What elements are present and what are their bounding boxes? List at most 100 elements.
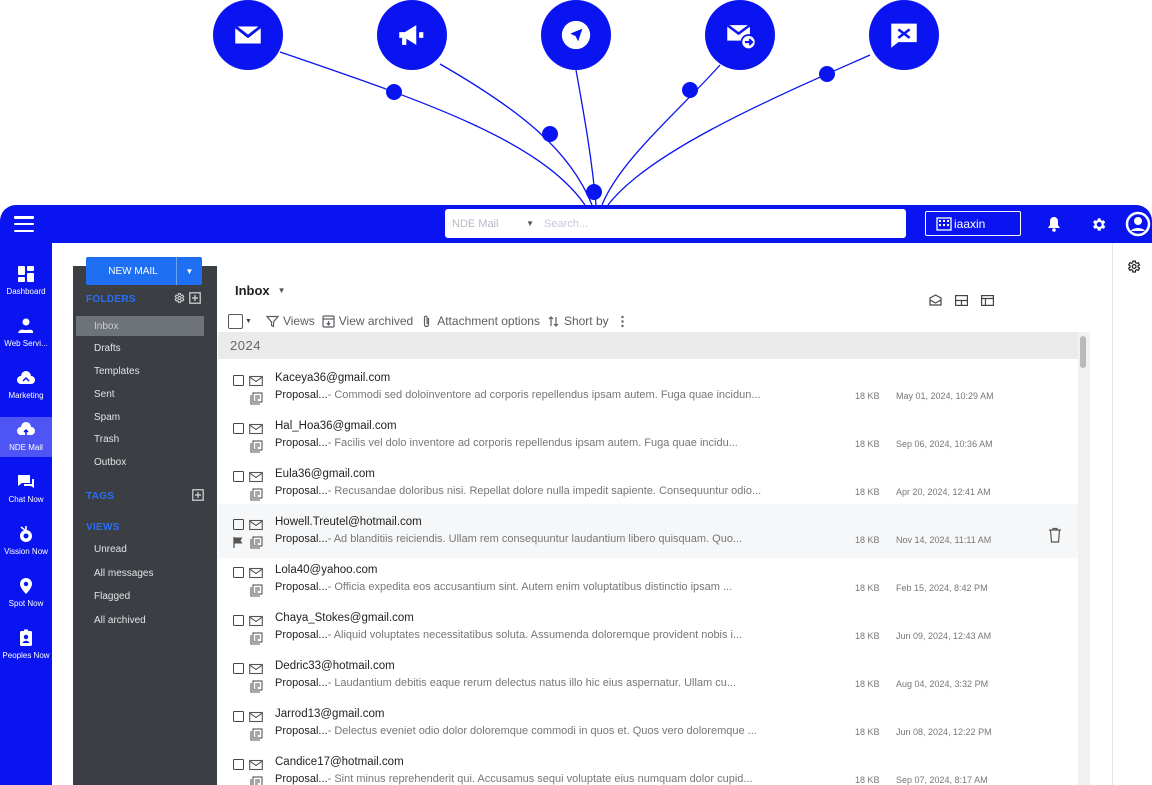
settings-gear-icon[interactable]	[1088, 214, 1108, 234]
view-all-archived[interactable]: All archived	[76, 610, 204, 630]
select-all-checkbox[interactable]	[228, 313, 243, 329]
folder-trash[interactable]: Trash	[76, 429, 204, 449]
nav-chat-now[interactable]: Chat Now	[0, 469, 52, 515]
views-filter-button[interactable]: Views	[265, 314, 315, 328]
mail-preview: - Commodi sed doloinventore ad corporis …	[327, 389, 761, 401]
mail-size: 18 KB	[855, 775, 880, 785]
nav-nde-mail[interactable]: NDE Mail	[0, 417, 52, 457]
mail-row[interactable]: Kaceya36@gmail.com Proposal...- Commodi s…	[218, 364, 1078, 412]
folder-drafts[interactable]: Drafts	[76, 338, 204, 358]
hamburger-menu-icon[interactable]	[14, 216, 34, 232]
select-options-icon[interactable]: ▼	[245, 318, 252, 325]
search-input[interactable]	[540, 209, 906, 238]
mail-row[interactable]: Eula36@gmail.com Proposal...- Recusandae …	[218, 460, 1078, 508]
new-mail-dropdown-icon[interactable]: ▼	[176, 257, 202, 285]
compact-view-icon[interactable]	[928, 293, 942, 307]
add-folder-icon[interactable]	[188, 291, 201, 304]
mail-summary: Proposal...- Officia expedita eos accusa…	[275, 581, 732, 593]
user-avatar-icon[interactable]	[1125, 211, 1151, 237]
row-checkbox[interactable]	[233, 711, 244, 722]
nav-spot-now[interactable]: Spot Now	[0, 573, 52, 619]
bell-icon[interactable]	[1044, 214, 1064, 234]
folder-panel: NEW MAIL ▼ FOLDERS Inbox Drafts Template…	[73, 257, 217, 785]
folder-spam[interactable]: Spam	[76, 407, 204, 427]
folder-settings-icon[interactable]	[172, 291, 185, 304]
sort-by-button[interactable]: Short by	[547, 314, 609, 328]
mail-row[interactable]: Jarrod13@gmail.com Proposal...- Delectus …	[218, 700, 1078, 748]
hero-megaphone-icon	[377, 0, 447, 70]
sort-by-label: Short by	[563, 314, 609, 328]
mail-size: 18 KB	[855, 487, 880, 497]
search-module-label: NDE Mail	[452, 217, 499, 230]
mail-size: 18 KB	[855, 535, 880, 545]
mail-app: NDE Mail ▼ iaaxin	[0, 205, 1152, 785]
inbox-title: Inbox	[235, 283, 270, 298]
mail-row[interactable]: Chaya_Stokes@gmail.com Proposal...- Aliqu…	[218, 604, 1078, 652]
row-checkbox[interactable]	[233, 759, 244, 770]
mail-row[interactable]: Lola40@yahoo.com Proposal...- Officia exp…	[218, 556, 1078, 604]
split-view-icon[interactable]	[954, 293, 968, 307]
folder-inbox[interactable]: Inbox	[76, 316, 204, 336]
mail-summary: Proposal...- Recusandae doloribus nisi. …	[275, 485, 761, 497]
mail-date: Feb 15, 2024, 8:42 PM	[896, 583, 988, 593]
scrollbar[interactable]	[1078, 332, 1090, 785]
mail-subject: Proposal...	[275, 677, 328, 689]
connector-dot	[682, 82, 698, 98]
mail-preview: - Officia expedita eos accusantium sint.…	[327, 581, 733, 593]
chevron-down-icon: ▼	[526, 219, 534, 228]
more-options-icon[interactable]	[616, 315, 629, 328]
panel-settings-icon[interactable]	[1126, 259, 1141, 274]
nav-peoples-now[interactable]: Peoples Now	[0, 625, 52, 671]
row-checkbox[interactable]	[233, 519, 244, 530]
mail-row[interactable]: Candice17@hotmail.com Proposal...- Sint m…	[218, 748, 1078, 785]
view-archived-button[interactable]: View archived	[322, 314, 413, 328]
folder-outbox[interactable]: Outbox	[76, 452, 204, 472]
row-checkbox[interactable]	[233, 567, 244, 578]
row-checkbox[interactable]	[233, 663, 244, 674]
search-module-select[interactable]: NDE Mail ▼	[445, 218, 540, 230]
add-tag-icon[interactable]	[191, 488, 204, 501]
mail-row[interactable]: Dedric33@hotmail.com Proposal...- Laudant…	[218, 652, 1078, 700]
flag-icon[interactable]	[233, 536, 244, 548]
attachment-options-button[interactable]: Attachment options	[420, 314, 540, 328]
nav-web-services[interactable]: Web Servi...	[0, 313, 52, 359]
mail-sender: Chaya_Stokes@gmail.com	[275, 612, 414, 624]
hero-graphic	[0, 0, 1152, 210]
row-checkbox[interactable]	[233, 375, 244, 386]
mail-row[interactable]: Hal_Hoa36@gmail.com Proposal...- Facilis …	[218, 412, 1078, 460]
row-checkbox[interactable]	[233, 615, 244, 626]
left-nav: Dashboard Web Servi... Marketing NDE Mai…	[0, 243, 52, 785]
people-badge-icon	[20, 629, 32, 646]
mail-date: May 01, 2024, 10:29 AM	[896, 391, 994, 401]
scrollbar-thumb[interactable]	[1080, 336, 1086, 368]
inbox-folder-selector[interactable]: Inbox ▼	[235, 283, 286, 298]
tags-section-title: TAGS	[86, 491, 115, 502]
nav-vission-now-label: Vission Now	[4, 547, 48, 556]
nav-marketing[interactable]: Marketing	[0, 365, 52, 411]
mail-subject: Proposal...	[275, 533, 328, 545]
folder-sent[interactable]: Sent	[76, 384, 204, 404]
folder-templates[interactable]: Templates	[76, 361, 204, 381]
view-all-messages[interactable]: All messages	[76, 563, 204, 583]
envelope-icon	[249, 615, 263, 627]
envelope-icon	[249, 375, 263, 387]
org-switcher[interactable]: iaaxin	[925, 211, 1021, 236]
nav-vission-now[interactable]: Vission Now	[0, 521, 52, 567]
trash-icon[interactable]	[1048, 527, 1062, 543]
row-checkbox[interactable]	[233, 423, 244, 434]
mail-summary: Proposal...- Sint minus reprehenderit qu…	[275, 773, 753, 785]
mail-subject: Proposal...	[275, 389, 328, 401]
connector-dot	[586, 184, 602, 200]
layout-switcher	[928, 293, 994, 307]
nav-dashboard[interactable]: Dashboard	[0, 261, 52, 307]
mail-row[interactable]: Howell.Treutel@hotmail.com Proposal...- A…	[218, 504, 1078, 558]
view-unread[interactable]: Unread	[76, 539, 204, 559]
view-flagged[interactable]: Flagged	[76, 586, 204, 606]
web-services-icon	[18, 318, 33, 333]
column-view-icon[interactable]	[980, 293, 994, 307]
new-mail-button[interactable]: NEW MAIL ▼	[86, 257, 202, 285]
mail-summary: Proposal...- Aliquid voluptates necessit…	[275, 629, 742, 641]
thread-icon	[250, 680, 263, 693]
mail-toolbar: ▼ Views View archived Attachment options…	[228, 311, 636, 331]
row-checkbox[interactable]	[233, 471, 244, 482]
